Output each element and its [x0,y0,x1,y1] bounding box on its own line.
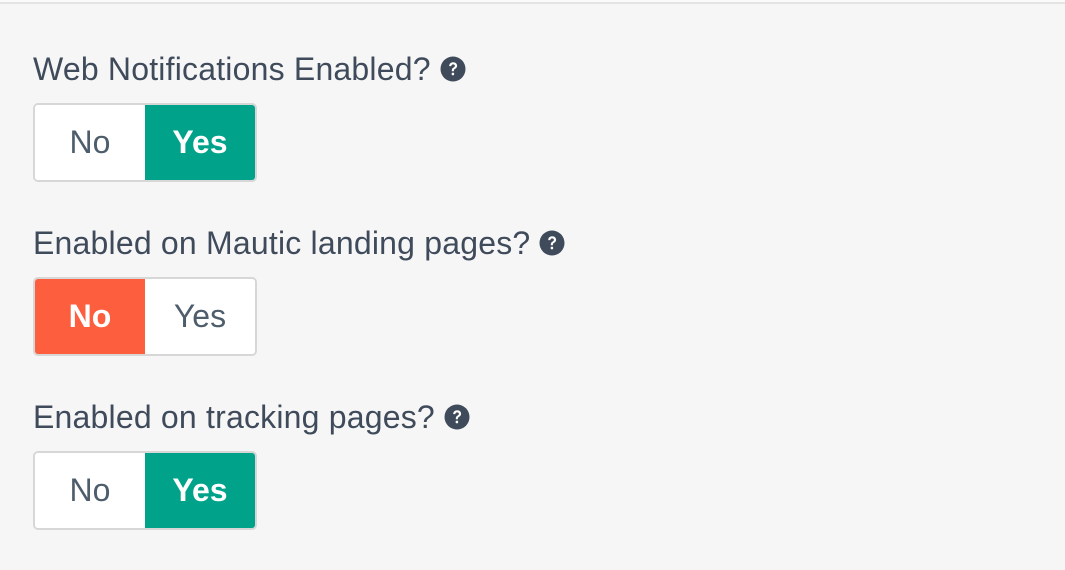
question-circle-icon[interactable] [440,56,466,82]
no-option-button[interactable]: No [35,279,145,354]
yes-option-button[interactable]: Yes [145,453,255,528]
no-option-button[interactable]: No [35,105,145,180]
top-divider [0,0,1065,4]
web-notifications-enabled-toggle: No Yes [33,103,257,182]
landing-pages-enabled-field: Enabled on Mautic landing pages? No Yes [33,222,565,396]
landing-pages-enabled-toggle: No Yes [33,277,257,356]
web-notifications-enabled-field: Web Notifications Enabled? No Yes [33,48,565,222]
question-circle-icon[interactable] [444,404,470,430]
field-label: Enabled on tracking pages? [33,396,565,438]
tracking-pages-enabled-field: Enabled on tracking pages? No Yes [33,396,565,570]
question-circle-icon[interactable] [539,230,565,256]
landing-pages-enabled-label: Enabled on Mautic landing pages? [33,225,531,261]
tracking-pages-enabled-toggle: No Yes [33,451,257,530]
field-label: Web Notifications Enabled? [33,48,565,90]
field-label: Enabled on Mautic landing pages? [33,222,565,264]
web-notifications-enabled-label: Web Notifications Enabled? [33,51,431,87]
no-option-button[interactable]: No [35,453,145,528]
notification-settings-form: Web Notifications Enabled? No Yes Enable… [33,48,565,570]
yes-option-button[interactable]: Yes [145,105,255,180]
tracking-pages-enabled-label: Enabled on tracking pages? [33,399,435,435]
yes-option-button[interactable]: Yes [145,279,255,354]
